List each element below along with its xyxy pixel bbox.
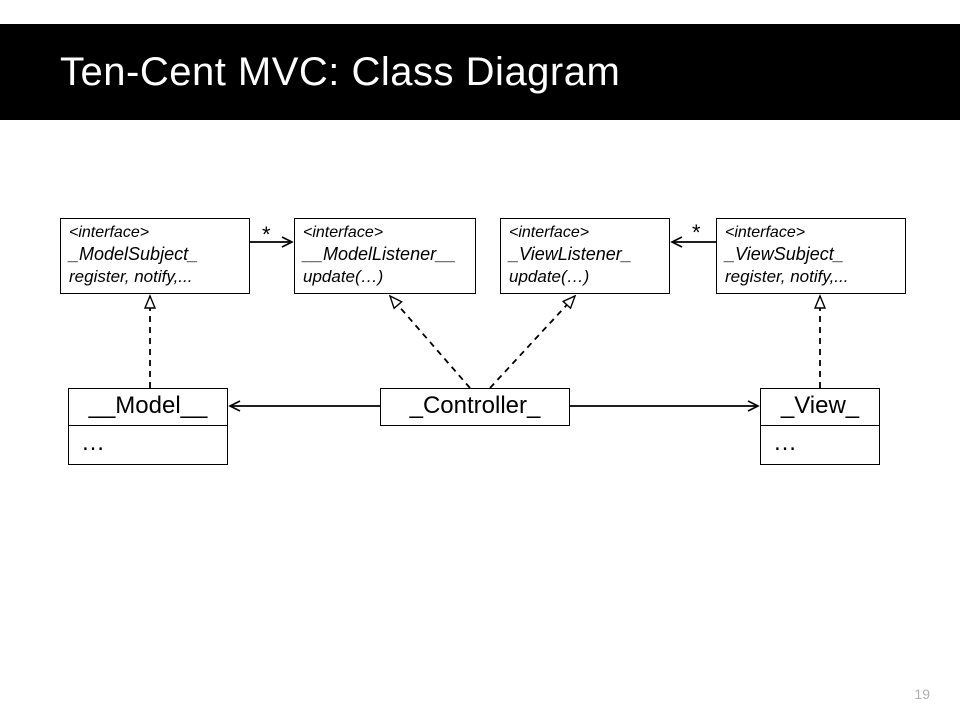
iface-model-subject: <interface> _ModelSubject_ register, not… <box>60 218 250 294</box>
class-body: … <box>760 426 880 465</box>
multiplicity-left: * <box>262 222 271 248</box>
class-name: __Model__ <box>68 388 228 426</box>
multiplicity-right: * <box>692 220 701 246</box>
iface-ops: update(…) <box>509 266 661 287</box>
realize-ctrl-ml <box>390 296 470 388</box>
realize-ctrl-vl <box>490 296 575 388</box>
iface-view-listener: <interface> _ViewListener_ update(…) <box>500 218 670 294</box>
page-number: 19 <box>914 686 930 702</box>
iface-ops: update(…) <box>303 266 467 287</box>
stereotype: <interface> <box>69 223 241 243</box>
iface-ops: register, notify,... <box>69 266 241 287</box>
iface-model-listener: <interface> __ModelListener__ update(…) <box>294 218 476 294</box>
iface-ops: register, notify,... <box>725 266 897 287</box>
class-name: _View_ <box>760 388 880 426</box>
class-view: _View_ … <box>760 388 880 465</box>
iface-name: __ModelListener__ <box>303 243 467 266</box>
title-bar: Ten-Cent MVC: Class Diagram <box>0 24 960 120</box>
iface-name: _ViewListener_ <box>509 243 661 266</box>
class-body: … <box>68 426 228 465</box>
class-model: __Model__ … <box>68 388 228 465</box>
page-title: Ten-Cent MVC: Class Diagram <box>60 50 620 95</box>
stereotype: <interface> <box>303 223 467 243</box>
stereotype: <interface> <box>725 223 897 243</box>
iface-name: _ModelSubject_ <box>69 243 241 266</box>
iface-name: _ViewSubject_ <box>725 243 897 266</box>
class-controller: _Controller_ <box>380 388 570 426</box>
stereotype: <interface> <box>509 223 661 243</box>
class-name: _Controller_ <box>380 388 570 426</box>
iface-view-subject: <interface> _ViewSubject_ register, noti… <box>716 218 906 294</box>
